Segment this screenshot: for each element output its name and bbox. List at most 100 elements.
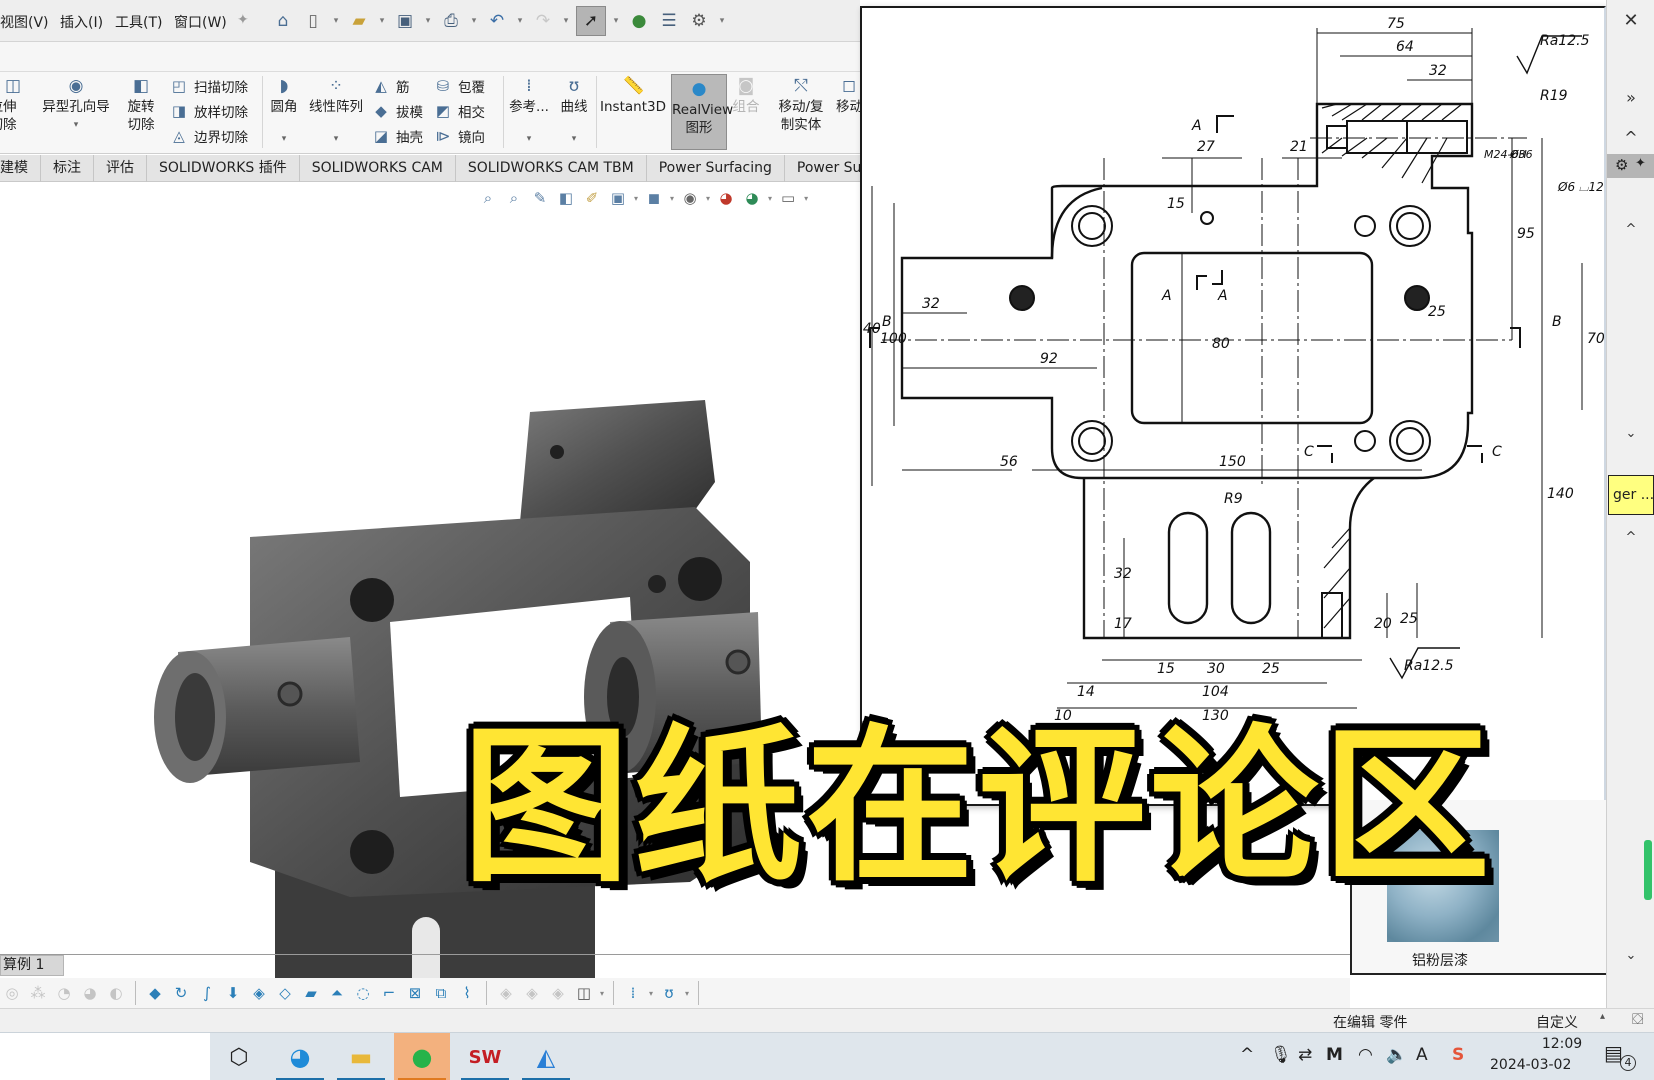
open-folder-icon[interactable]: ▰ [346, 8, 372, 34]
appearance-swatch-aluminum-powder-coat[interactable] [1387, 830, 1499, 942]
clock-time[interactable]: 12:09 [1516, 1036, 1608, 1052]
fillet-dropdown[interactable]: ▾ [266, 130, 302, 148]
rebuild-status-icon[interactable]: ⛋ [1632, 1010, 1643, 1028]
combine-button[interactable]: ◙ 组合 [730, 72, 762, 116]
menu-window[interactable]: 窗口(W) [174, 12, 227, 32]
draft-button[interactable]: ◆ 拔模 [372, 99, 423, 123]
sogou-input-icon[interactable]: S [1452, 1045, 1464, 1065]
instant3d-button[interactable]: 📏 Instant3D [600, 72, 666, 116]
view-settings-dropdown[interactable]: ▾ [804, 194, 808, 203]
edit-appearance-icon[interactable]: ◕ [716, 188, 736, 208]
sweep-cut-button[interactable]: ◰ 扫描切除 [170, 74, 248, 98]
menu-insert[interactable]: 插入(I) [60, 12, 103, 32]
fixture-icon[interactable]: ◆ [145, 983, 165, 1003]
close-icon[interactable]: ✕ [1607, 10, 1654, 31]
study-icon[interactable]: ◎ [2, 983, 22, 1003]
pressure-icon[interactable]: ◈ [249, 983, 269, 1003]
linear-pattern-button[interactable]: ⁘ 线性阵列 ▾ [306, 72, 366, 148]
curves-dropdown[interactable]: ▾ [685, 989, 689, 998]
reference-geometry-icon[interactable]: ⁞ [623, 983, 643, 1003]
home-icon[interactable]: ⌂ [270, 8, 296, 34]
reference-geometry-button[interactable]: ⁞ 参考... ▾ [507, 72, 551, 148]
print-dropdown[interactable]: ▾ [468, 16, 480, 26]
new-dropdown[interactable]: ▾ [330, 16, 342, 26]
reference-dropdown[interactable]: ▾ [507, 130, 551, 148]
loft-cut-button[interactable]: ◨ 放样切除 [170, 99, 248, 123]
units-dropdown-icon[interactable]: ▴ [1600, 1011, 1605, 1022]
options-gear-icon[interactable]: ⚙ [686, 8, 712, 34]
scroll-down-icon[interactable]: ⌄ [1607, 426, 1654, 441]
tab-solidworks-addins[interactable]: SOLIDWORKS 插件 [147, 155, 300, 182]
expand-icon[interactable]: » [1607, 88, 1654, 107]
3d-part-model[interactable] [150, 392, 810, 1080]
volume-icon[interactable]: 🔈 [1386, 1045, 1407, 1065]
intersect-button[interactable]: ◩ 相交 [434, 99, 485, 123]
view-settings-icon[interactable]: ▭ [778, 188, 798, 208]
pin-icon[interactable]: ✦ [237, 12, 249, 28]
bolt-icon[interactable]: ⌇ [457, 983, 477, 1003]
tab-sketch[interactable]: 标注 [41, 155, 94, 182]
scroll-up-icon[interactable]: ^ [1607, 222, 1654, 237]
shell-button[interactable]: ◪ 抽壳 [372, 124, 423, 148]
rotate-icon[interactable]: ↻ [171, 983, 191, 1003]
curves-dropdown[interactable]: ▾ [555, 130, 593, 148]
fillet-button[interactable]: ◗ 圆角 ▾ [266, 72, 302, 148]
mesh-icon[interactable]: ◫ [574, 983, 594, 1003]
ime-icon[interactable]: A [1416, 1045, 1428, 1065]
reference-dropdown[interactable]: ▾ [649, 989, 653, 998]
select-cursor-icon[interactable]: ➚ [576, 6, 606, 36]
wrap-button[interactable]: ⛁ 包覆 [434, 74, 485, 98]
show-hidden-icons-icon[interactable]: ^ [1240, 1045, 1254, 1065]
result-icon[interactable]: ◈ [496, 983, 516, 1003]
hide-show-items-icon[interactable]: ◉ [680, 188, 700, 208]
scrollbar-thumb[interactable] [1644, 840, 1652, 900]
apply-scene-dropdown[interactable]: ▾ [768, 194, 772, 203]
save-icon[interactable]: ▣ [392, 8, 418, 34]
file-properties-icon[interactable]: ☰ [656, 8, 682, 34]
undo-dropdown[interactable]: ▾ [514, 16, 526, 26]
linear-pattern-dropdown[interactable]: ▾ [306, 130, 366, 148]
study-icon[interactable]: ◐ [106, 983, 126, 1003]
boundary-cut-button[interactable]: ◬ 边界切除 [170, 124, 248, 148]
dynamic-annotation-icon[interactable]: ✐ [582, 188, 602, 208]
save-dropdown[interactable]: ▾ [422, 16, 434, 26]
study-icon[interactable]: ◔ [54, 983, 74, 1003]
clock-date[interactable]: 2024-03-02 [1490, 1057, 1571, 1073]
study-icon[interactable]: ⁂ [28, 983, 48, 1003]
redo-dropdown[interactable]: ▾ [560, 16, 572, 26]
zoom-to-area-icon[interactable]: ⌕ [504, 188, 524, 208]
edge-icon[interactable]: ◕ [272, 1033, 328, 1080]
pin-icon[interactable]: ✦ [1635, 156, 1646, 171]
revolve-cut-button[interactable]: ◧ 旋转切除 [118, 72, 164, 134]
plane-icon[interactable]: ▰ [301, 983, 321, 1003]
tab-features[interactable]: 建模 [0, 155, 41, 182]
result-icon[interactable]: ◈ [522, 983, 542, 1003]
im-app-icon[interactable]: M [1326, 1045, 1343, 1065]
torque-icon[interactable]: ◇ [275, 983, 295, 1003]
file-explorer-icon[interactable]: ▬ [333, 1033, 389, 1080]
view-orientation-dropdown[interactable]: ▾ [634, 194, 638, 203]
realview-graphics-toggle[interactable]: ● RealView 图形 [671, 74, 733, 150]
rebuild-traffic-light-icon[interactable]: ● [626, 8, 652, 34]
mirror-button[interactable]: ⧐ 镜向 [434, 124, 486, 148]
rib-button[interactable]: ◭ 筋 [372, 74, 409, 98]
connector-icon[interactable]: ⧉ [431, 983, 451, 1003]
tab-solidworks-cam-tbm[interactable]: SOLIDWORKS CAM TBM [456, 155, 647, 182]
mesh-dropdown[interactable]: ▾ [600, 989, 604, 998]
hole-wizard-dropdown[interactable]: ▾ [40, 116, 112, 134]
tab-solidworks-cam[interactable]: SOLIDWORKS CAM [300, 155, 456, 182]
solidworks-2022-icon[interactable]: SW [457, 1033, 513, 1080]
centrifugal-icon[interactable]: ◌ [353, 983, 373, 1003]
photos-icon[interactable]: ◭ [518, 1033, 574, 1080]
hole-wizard-button[interactable]: ◉ 异型孔向导 ▾ [40, 72, 112, 134]
curves-button[interactable]: ʊ 曲线 ▾ [555, 72, 593, 148]
menu-view[interactable]: 视图(V) [0, 12, 49, 32]
units-selector[interactable]: 自定义 [1536, 1012, 1578, 1032]
menu-tools[interactable]: 工具(T) [115, 12, 162, 32]
hide-show-dropdown[interactable]: ▾ [706, 194, 710, 203]
open-dropdown[interactable]: ▾ [376, 16, 388, 26]
options-dropdown[interactable]: ▾ [716, 16, 728, 26]
display-style-icon[interactable]: ◼ [644, 188, 664, 208]
contact-icon[interactable]: ⊠ [405, 983, 425, 1003]
zoom-to-fit-icon[interactable]: ⌕ [478, 188, 498, 208]
